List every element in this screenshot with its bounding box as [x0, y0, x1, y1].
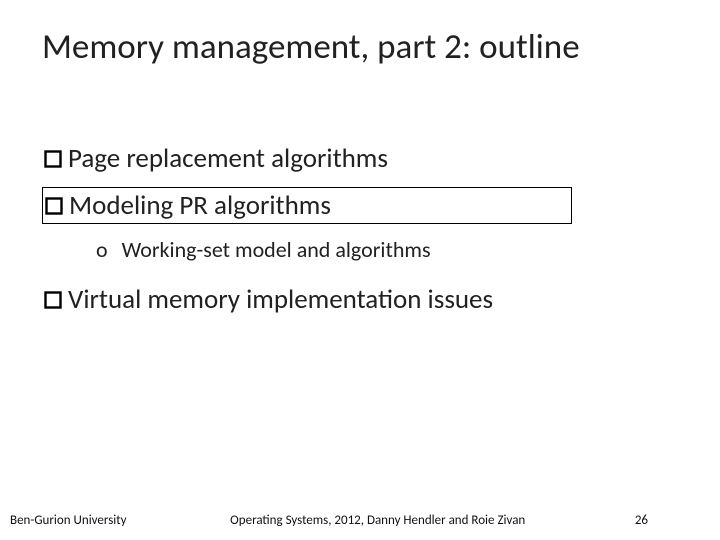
hollow-square-icon	[44, 150, 62, 168]
footer-affiliation: Ben-Gurion University	[10, 513, 127, 528]
sub-bullet-item: o Working-set model and algorithms	[96, 236, 680, 263]
hollow-square-icon	[44, 291, 62, 309]
hollow-square-icon	[45, 197, 63, 215]
bullet-item: Page replacement algorithms	[42, 140, 680, 177]
bullet-text: Virtual memory implementation issues	[68, 283, 493, 316]
bullet-item: Virtual memory implementation issues	[42, 281, 680, 318]
outline-list: Page replacement algorithms Modeling PR …	[42, 140, 680, 318]
bullet-item-highlighted: Modeling PR algorithms	[42, 187, 572, 224]
circle-marker-icon: o	[96, 236, 108, 263]
slide: Memory management, part 2: outline Page …	[0, 0, 720, 540]
footer-page-number: 26	[635, 513, 648, 528]
bullet-text: Modeling PR algorithms	[69, 189, 331, 222]
sub-bullet-text: Working-set model and algorithms	[122, 236, 431, 263]
slide-title: Memory management, part 2: outline	[42, 26, 680, 68]
bullet-text: Page replacement algorithms	[68, 142, 388, 175]
footer-course-info: Operating Systems, 2012, Danny Hendler a…	[230, 513, 525, 528]
